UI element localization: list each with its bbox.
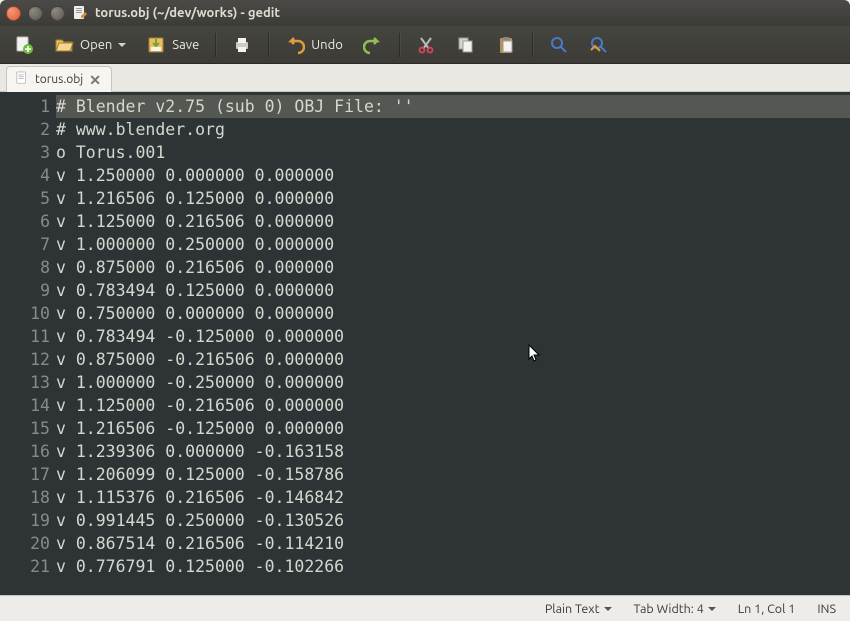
chevron-down-icon: [118, 43, 126, 47]
toolbar-separator: [399, 33, 400, 57]
tabwidth-label: Tab Width: 4: [634, 602, 704, 616]
cut-icon: [416, 35, 436, 55]
new-file-icon: [14, 35, 34, 55]
copy-icon: [456, 35, 476, 55]
tab-strip: torus.obj ✕: [0, 64, 850, 92]
app-icon: [72, 5, 88, 21]
code-area[interactable]: # Blender v2.75 (sub 0) OBJ File: ''# ww…: [54, 92, 850, 595]
undo-icon: [285, 35, 305, 55]
new-file-button[interactable]: [6, 31, 42, 59]
file-icon: [15, 71, 29, 88]
toolbar-separator: [532, 33, 533, 57]
find-button[interactable]: [541, 31, 577, 59]
window-close-button[interactable]: [6, 6, 21, 21]
print-icon: [232, 35, 252, 55]
open-label: Open: [80, 38, 112, 52]
toolbar-separator: [215, 33, 216, 57]
open-button[interactable]: Open: [46, 31, 134, 59]
language-selector[interactable]: Plain Text: [545, 602, 612, 616]
find-replace-button[interactable]: [581, 31, 617, 59]
chevron-down-icon: [604, 607, 612, 611]
undo-label: Undo: [311, 38, 343, 52]
line-number-gutter: 1 2 3 4 5 6 7 8 9 10 11 12 13 14 15 16 1…: [0, 92, 54, 595]
save-icon: [146, 35, 166, 55]
open-icon: [54, 35, 74, 55]
find-replace-icon: [589, 35, 609, 55]
statusbar: Plain Text Tab Width: 4 Ln 1, Col 1 INS: [0, 595, 850, 621]
save-button[interactable]: Save: [138, 31, 207, 59]
cut-button[interactable]: [408, 31, 444, 59]
editor[interactable]: 1 2 3 4 5 6 7 8 9 10 11 12 13 14 15 16 1…: [0, 92, 850, 595]
titlebar: torus.obj (~/dev/works) - gedit: [0, 0, 850, 26]
tab-label: torus.obj: [35, 73, 83, 86]
paste-button[interactable]: [488, 31, 524, 59]
paste-icon: [496, 35, 516, 55]
redo-button[interactable]: [355, 31, 391, 59]
window-minimize-button[interactable]: [28, 6, 43, 21]
tabwidth-selector[interactable]: Tab Width: 4: [634, 602, 716, 616]
print-button[interactable]: [224, 31, 260, 59]
tab-file[interactable]: torus.obj ✕: [6, 66, 112, 92]
toolbar-separator: [268, 33, 269, 57]
insert-mode: INS: [817, 602, 836, 616]
copy-button[interactable]: [448, 31, 484, 59]
search-icon: [549, 35, 569, 55]
window-title: torus.obj (~/dev/works) - gedit: [95, 6, 280, 20]
redo-icon: [363, 35, 383, 55]
toolbar: Open Save Undo: [0, 26, 850, 64]
language-label: Plain Text: [545, 602, 600, 616]
save-label: Save: [172, 38, 199, 52]
window-maximize-button[interactable]: [50, 6, 65, 21]
cursor-position: Ln 1, Col 1: [738, 602, 796, 616]
tab-close-button[interactable]: ✕: [89, 73, 101, 87]
undo-button[interactable]: Undo: [277, 31, 351, 59]
chevron-down-icon: [708, 607, 716, 611]
